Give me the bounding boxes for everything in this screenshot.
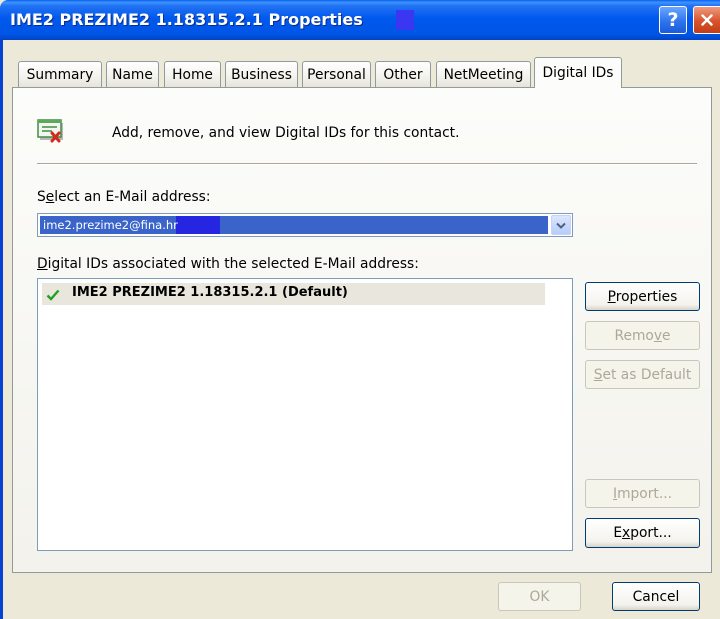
- set-as-default-button[interactable]: Set as Default: [585, 360, 700, 389]
- cancel-button[interactable]: Cancel: [612, 582, 700, 611]
- email-redaction-block: [176, 216, 220, 234]
- properties-button[interactable]: Properties: [585, 282, 700, 311]
- tab-summary[interactable]: Summary: [18, 61, 102, 87]
- tab-name[interactable]: Name: [106, 61, 159, 87]
- tab-netmeeting[interactable]: NetMeeting: [436, 61, 531, 87]
- help-button[interactable]: ?: [659, 6, 687, 34]
- ids-list-label: Digital IDs associated with the selected…: [37, 256, 419, 272]
- dropdown-arrow-button[interactable]: [551, 215, 571, 235]
- page-description: Add, remove, and view Digital IDs for th…: [112, 125, 460, 141]
- ok-button-label: OK: [529, 588, 550, 605]
- select-email-label: Select an E-Mail address:: [37, 189, 211, 205]
- digital-ids-list[interactable]: IME2 PREZIME2 1.18315.2.1 (Default): [37, 278, 573, 551]
- tab-personal[interactable]: Personal: [302, 61, 371, 87]
- help-icon: ?: [667, 9, 679, 31]
- properties-button-label: Properties: [607, 288, 678, 305]
- cancel-button-label: Cancel: [632, 588, 680, 605]
- checkmark-icon: [46, 287, 60, 301]
- remove-button-label: Remove: [614, 327, 671, 344]
- export-button[interactable]: Export...: [585, 518, 700, 548]
- close-button[interactable]: [693, 6, 720, 34]
- set-as-default-button-label: Set as Default: [593, 366, 692, 383]
- email-select[interactable]: ime2.prezime2@fina.hr: [37, 213, 573, 237]
- remove-button[interactable]: Remove: [585, 321, 700, 350]
- ok-button[interactable]: OK: [498, 582, 581, 611]
- tab-business[interactable]: Business: [225, 61, 298, 87]
- tab-other[interactable]: Other: [375, 61, 431, 87]
- list-item[interactable]: IME2 PREZIME2 1.18315.2.1 (Default): [42, 283, 545, 305]
- separator: [37, 163, 697, 165]
- digital-id-icon: [37, 117, 64, 145]
- digital-id-name: IME2 PREZIME2 1.18315.2.1 (Default): [72, 285, 348, 300]
- tab-digital-ids[interactable]: Digital IDs: [534, 57, 622, 88]
- export-button-label: Export...: [613, 525, 672, 541]
- properties-dialog: IME2 PREZIME2 1.18315.2.1 Properties ? S…: [0, 0, 720, 619]
- tab-home[interactable]: Home: [164, 61, 221, 87]
- close-icon: [701, 14, 713, 26]
- import-button-label: Import...: [613, 485, 672, 502]
- chevron-down-icon: [556, 222, 566, 229]
- window-frame: [0, 40, 3, 619]
- email-select-value: ime2.prezime2@fina.hr: [43, 218, 178, 232]
- selection-highlight: ime2.prezime2@fina.hr: [40, 216, 548, 234]
- import-button[interactable]: Import...: [585, 479, 700, 508]
- title-redaction-block: [396, 10, 414, 30]
- window-title: IME2 PREZIME2 1.18315.2.1 Properties: [10, 10, 363, 29]
